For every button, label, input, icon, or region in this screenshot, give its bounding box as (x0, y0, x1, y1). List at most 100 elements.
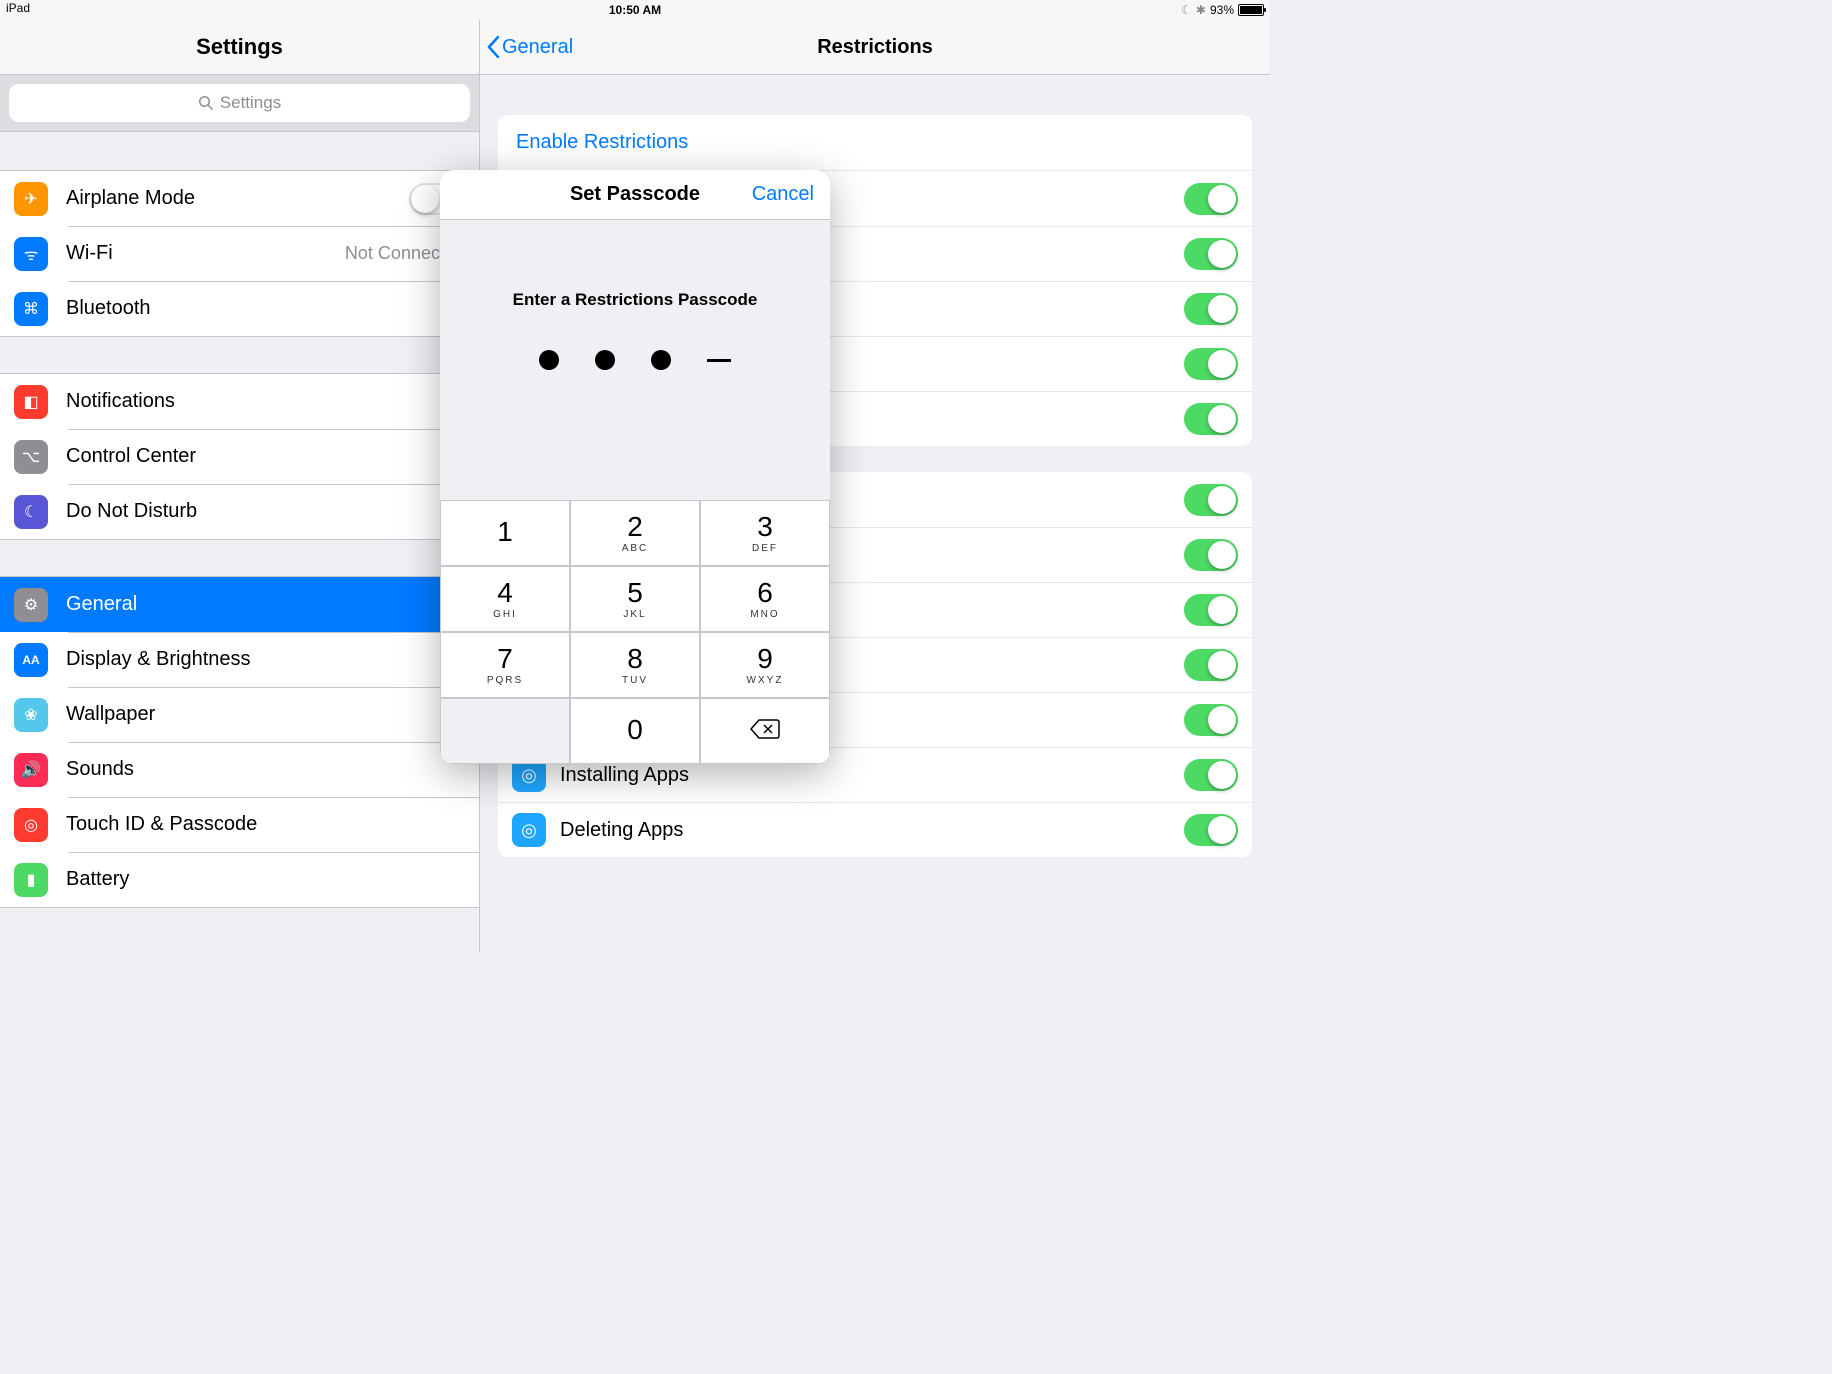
fingerprint-icon: ◎ (14, 808, 48, 842)
toggle[interactable] (1184, 403, 1238, 435)
sidebar-item-label: Control Center (66, 445, 479, 468)
chevron-left-icon (486, 36, 500, 58)
keypad-alpha: WXYZ (747, 675, 784, 686)
keypad-4[interactable]: 4GHI (440, 566, 570, 632)
keypad-alpha: ABC (622, 543, 649, 554)
sidebar-item-label: General (66, 593, 479, 616)
airplane-icon: ✈ (14, 182, 48, 216)
toggle[interactable] (1184, 484, 1238, 516)
keypad-3[interactable]: 3 DEF (700, 500, 830, 566)
sidebar-item-airplane[interactable]: ✈ Airplane Mode (0, 171, 479, 226)
gear-icon: ⚙ (14, 588, 48, 622)
keypad-5[interactable]: 5JKL (570, 566, 700, 632)
settings-sidebar: Settings Settings ✈ Airplane Mode ᯤWi-FiNo… (0, 20, 480, 952)
toggle[interactable] (1184, 649, 1238, 681)
search-icon (198, 95, 214, 111)
sidebar-item-label: Airplane Mode (66, 187, 409, 210)
cancel-button[interactable]: Cancel (752, 183, 814, 206)
sidebar-item-touchid[interactable]: ◎ Touch ID & Passcode (0, 797, 479, 852)
keypad-alpha: DEF (752, 543, 778, 554)
sidebar-item-label: Bluetooth (66, 297, 479, 320)
keypad-number: 7 (497, 645, 513, 673)
modal-body: Enter a Restrictions Passcode (440, 220, 830, 500)
keypad-number: 8 (627, 645, 643, 673)
sidebar-group: ⚙ General AA Display & Brightness ❀ Wallpaper… (0, 576, 479, 908)
passcode-dot-filled (651, 350, 671, 370)
toggle[interactable] (1184, 594, 1238, 626)
keypad-7[interactable]: 7 PQRS (440, 632, 570, 698)
keypad-6[interactable]: 6 MNO (700, 566, 830, 632)
sidebar-item-wallpaper[interactable]: ❀ Wallpaper (0, 687, 479, 742)
keypad-number: 0 (627, 716, 643, 744)
restriction-row-deleting[interactable]: ◎ Deleting Apps (498, 802, 1252, 857)
back-button[interactable]: General (486, 36, 573, 59)
keypad-number: 2 (627, 513, 643, 541)
keypad-8[interactable]: 8 TUV (570, 632, 700, 698)
passcode-dot-empty (707, 359, 731, 362)
restriction-label: Deleting Apps (560, 819, 1184, 842)
controlcenter-icon: ⌥ (14, 440, 48, 474)
sidebar-item-sounds[interactable]: 🔊 Sounds (0, 742, 479, 797)
backspace-icon (750, 718, 780, 745)
sidebar-header: Settings (0, 20, 479, 75)
enable-restrictions-row[interactable]: Enable Restrictions (498, 115, 1252, 170)
keypad-0[interactable]: 0 (570, 698, 700, 764)
keypad-alpha: JKL (623, 609, 646, 620)
keypad-number: 9 (757, 645, 773, 673)
notifications-icon: ◧ (14, 385, 48, 419)
detail-header: General Restrictions (480, 20, 1270, 75)
clock: 10:50 AM (609, 3, 661, 17)
sounds-icon: 🔊 (14, 753, 48, 787)
passcode-dot-filled (595, 350, 615, 370)
moon-icon: ☾ (14, 495, 48, 529)
detail-title: Restrictions (817, 36, 933, 59)
sidebar-item-controlcenter[interactable]: ⌥ Control Center (0, 429, 479, 484)
modal-header: Set Passcode Cancel (440, 170, 830, 220)
keypad-blank (440, 698, 570, 764)
keypad-number: 6 (757, 579, 773, 607)
passcode-dot-filled (539, 350, 559, 370)
sidebar-item-label: Display & Brightness (66, 648, 479, 671)
numeric-keypad: 1 2 ABC 3 DEF 4GHI5JKL 6 MNO 7 PQRS 8 TUV 9 WXYZ 0 (440, 500, 830, 764)
sidebar-item-display[interactable]: AA Display & Brightness (0, 632, 479, 687)
sidebar-item-wifi[interactable]: ᯤWi-FiNot Connected (0, 226, 479, 281)
sidebar-item-bluetooth[interactable]: ⌘ Bluetooth (0, 281, 479, 336)
toggle[interactable] (1184, 238, 1238, 270)
search-placeholder: Settings (220, 93, 281, 113)
keypad-9[interactable]: 9 WXYZ (700, 632, 830, 698)
sidebar-item-general[interactable]: ⚙ General (0, 577, 479, 632)
toggle[interactable] (1184, 183, 1238, 215)
sidebar-group: ✈ Airplane Mode ᯤWi-FiNot Connected ⌘ Blueto… (0, 170, 479, 337)
toggle[interactable] (1184, 814, 1238, 846)
sidebar-item-label: Wallpaper (66, 703, 479, 726)
keypad-1[interactable]: 1 (440, 500, 570, 566)
passcode-prompt: Enter a Restrictions Passcode (513, 290, 758, 310)
keypad-alpha: MNO (750, 609, 779, 620)
sidebar-item-battery[interactable]: ▮Battery (0, 852, 479, 907)
toggle[interactable] (1184, 539, 1238, 571)
sidebar-item-dnd[interactable]: ☾Do Not Disturb (0, 484, 479, 539)
toggle[interactable] (1184, 293, 1238, 325)
sidebar-group: ◧Notifications ⌥ Control Center ☾Do Not Dis… (0, 373, 479, 540)
sidebar-item-label: Sounds (66, 758, 479, 781)
search-input[interactable]: Settings (9, 84, 470, 122)
keypad-alpha: GHI (493, 609, 517, 620)
keypad-backspace[interactable] (700, 698, 830, 764)
wifi-icon: ᯤ (14, 237, 48, 271)
sidebar-item-notifications[interactable]: ◧Notifications (0, 374, 479, 429)
keypad-alpha: TUV (622, 675, 648, 686)
keypad-2[interactable]: 2 ABC (570, 500, 700, 566)
wallpaper-icon: ❀ (14, 698, 48, 732)
toggle[interactable] (1184, 704, 1238, 736)
passcode-dots (539, 350, 731, 370)
sidebar-item-label: Touch ID & Passcode (66, 813, 479, 836)
display-icon: AA (14, 643, 48, 677)
bluetooth-icon: ⌘ (14, 292, 48, 326)
keypad-number: 3 (757, 513, 773, 541)
appstore-icon: ◎ (512, 813, 546, 847)
sidebar-item-label: Battery (66, 868, 479, 891)
toggle[interactable] (1184, 348, 1238, 380)
enable-restrictions-link[interactable]: Enable Restrictions (516, 131, 688, 153)
keypad-alpha: PQRS (487, 675, 523, 686)
toggle[interactable] (1184, 759, 1238, 791)
